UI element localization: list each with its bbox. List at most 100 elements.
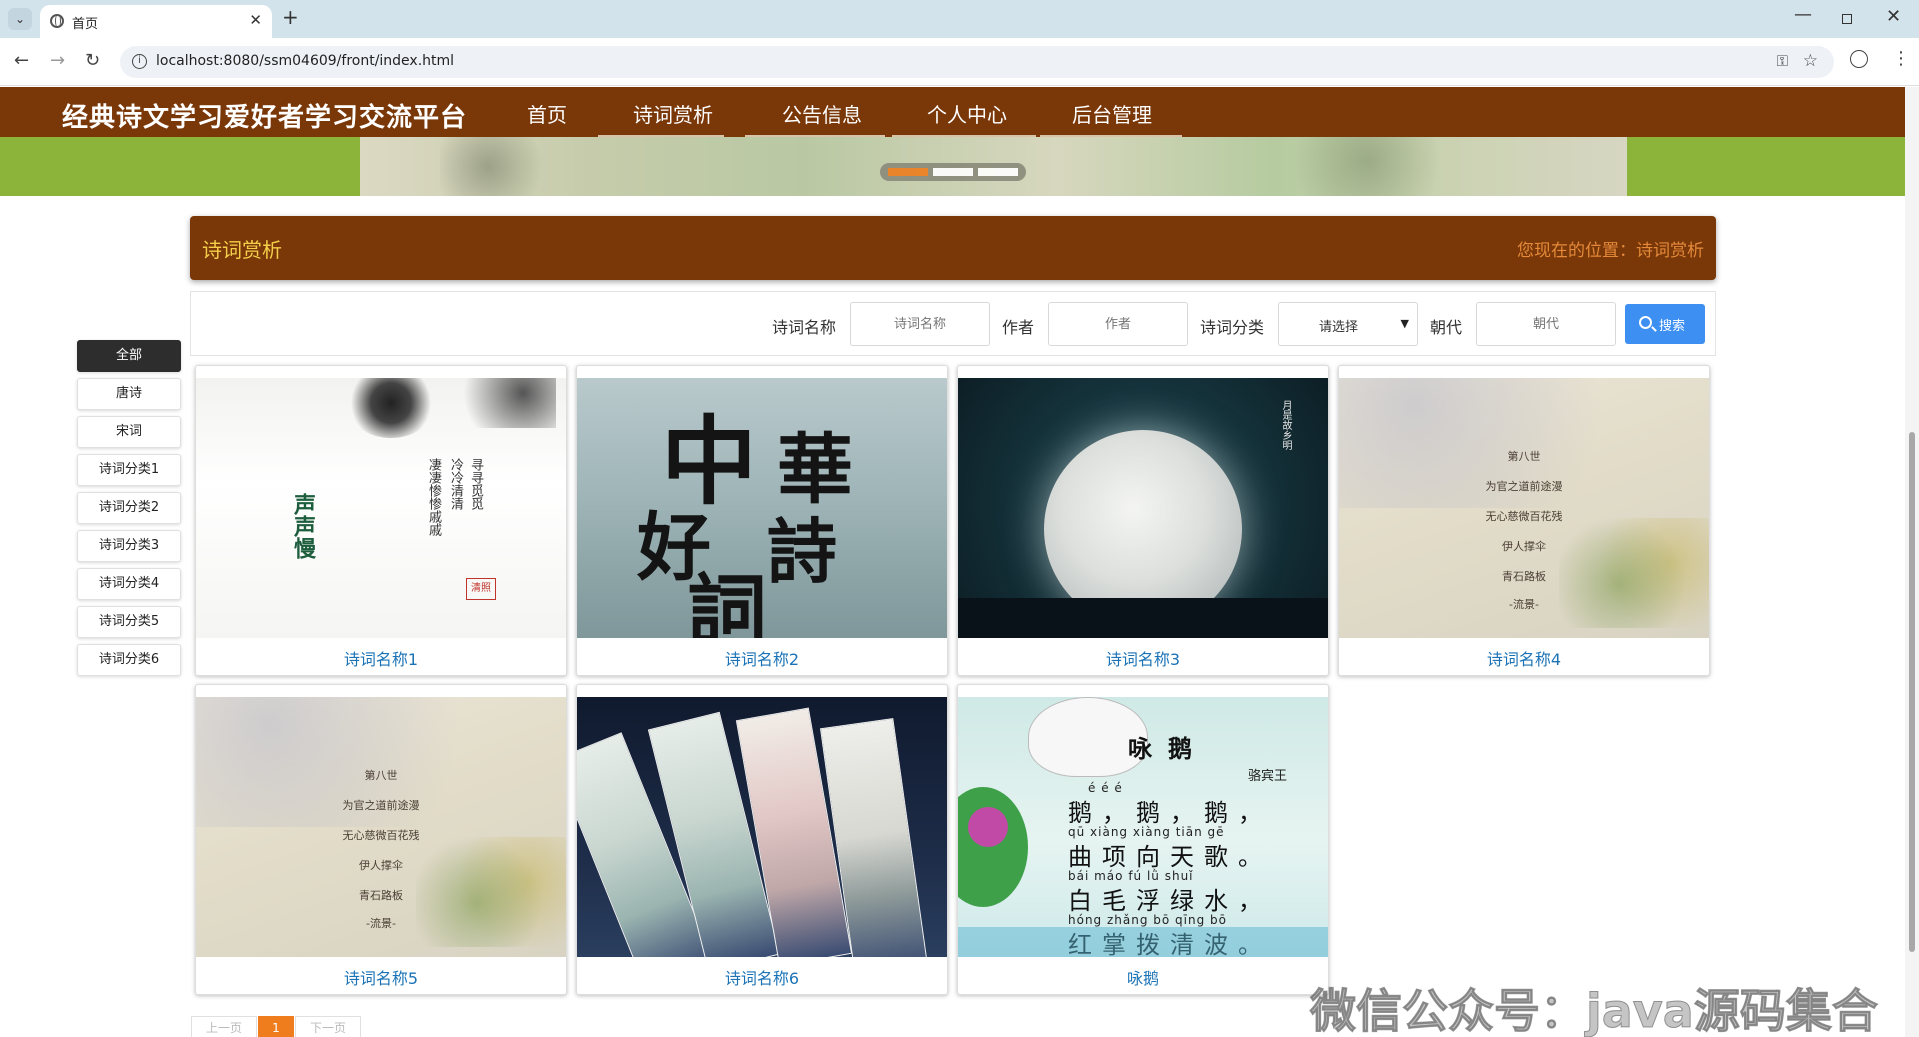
poem-name-label: 诗词名称 — [772, 318, 837, 337]
minimize-icon[interactable]: — — [1794, 4, 1812, 25]
bookmark-star-icon[interactable]: ☆ — [1803, 51, 1818, 71]
nav-admin[interactable]: 后台管理 — [1072, 99, 1152, 128]
poem-card[interactable]: 声声慢 寻寻觅觅 冷冷清清 凄凄惨惨戚戚 清照 诗词名称1 — [195, 365, 567, 676]
search-form: 诗词名称 作者 诗词分类 请选择 ▼ 朝代 搜索 — [190, 291, 1716, 356]
ink-splash — [346, 378, 436, 438]
poem-image[interactable]: 月是故乡明 — [958, 378, 1328, 638]
calligraphy-char: 詞 — [687, 566, 767, 638]
reload-icon[interactable]: ↻ — [85, 50, 100, 71]
chevron-down-icon: ▼ — [1400, 317, 1409, 330]
poem-card[interactable]: 中 華 好 詩 詞 诗词名称2 — [576, 365, 948, 676]
poem-name[interactable]: 诗词名称1 — [196, 646, 566, 670]
section-title: 诗词赏析 — [202, 238, 282, 262]
poem-card[interactable]: 第八世 为官之道前途漫 无心慈微百花残 伊人撑伞 青石路板 -流景- 诗词名称5 — [195, 684, 567, 995]
nav-announcements[interactable]: 公告信息 — [782, 99, 862, 128]
url-field[interactable]: i localhost:8080/ssm04609/front/index.ht… — [120, 46, 1834, 78]
tab-menu-icon[interactable]: ⌄ — [8, 8, 32, 30]
poem-name[interactable]: 诗词名称3 — [958, 646, 1328, 670]
site-info-icon[interactable]: i — [132, 54, 147, 69]
poem-name[interactable]: 咏鹅 — [958, 965, 1328, 989]
prev-page-button[interactable]: 上一页 — [191, 1016, 257, 1037]
poem-art-text: 第八世 — [364, 769, 398, 782]
poem-card[interactable]: 诗词名称6 — [576, 684, 948, 995]
carousel-dot-2[interactable] — [933, 168, 973, 176]
search-button[interactable]: 搜索 — [1625, 304, 1705, 344]
calligraphy-char: 詩 — [767, 511, 837, 593]
url-text[interactable]: localhost:8080/ssm04609/front/index.html — [156, 53, 454, 69]
browser-address-bar: ← → ↻ i localhost:8080/ssm04609/front/in… — [0, 38, 1919, 86]
password-key-icon[interactable]: ⚿ — [1777, 52, 1788, 70]
carousel-dot-1[interactable] — [888, 168, 928, 176]
tab-close-icon[interactable]: ✕ — [249, 11, 262, 29]
nav-personal-center[interactable]: 个人中心 — [927, 99, 1007, 128]
back-icon[interactable]: ← — [14, 50, 29, 71]
next-page-button[interactable]: 下一页 — [295, 1016, 361, 1037]
category-4[interactable]: 诗词分类4 — [77, 568, 181, 600]
category-label: 诗词分类 — [1200, 318, 1265, 337]
breadcrumb: 您现在的位置：诗词赏析 — [1517, 241, 1704, 261]
category-3[interactable]: 诗词分类3 — [77, 530, 181, 562]
poem-name[interactable]: 诗词名称5 — [196, 965, 566, 989]
poem-card[interactable]: 咏鹅 骆宾王 é é é 鹅，鹅，鹅， qū xiàng xiàng tiān … — [957, 684, 1329, 995]
menu-kebab-icon[interactable]: ⋮ — [1892, 48, 1910, 69]
forward-icon[interactable]: → — [50, 50, 65, 71]
page-root: ⌄ 首页 ✕ + — ✕ ← → ↻ i localhost:8080/ssm0… — [0, 0, 1919, 1037]
globe-icon — [50, 14, 64, 28]
poem-art-author: 骆宾王 — [1248, 769, 1288, 784]
poem-art-text: 月是故乡明 — [1280, 400, 1291, 450]
category-select[interactable]: 请选择 ▼ — [1278, 302, 1418, 346]
poem-image[interactable]: 第八世 为官之道前途漫 无心慈微百花残 伊人撑伞 青石路板 -流景- — [1339, 378, 1709, 638]
maximize-icon[interactable] — [1842, 14, 1852, 24]
poem-name[interactable]: 诗词名称6 — [577, 965, 947, 989]
ink-splash — [446, 378, 556, 428]
poem-image[interactable] — [577, 697, 947, 957]
poem-line: 白毛浮绿水， — [1068, 887, 1272, 915]
poem-name[interactable]: 诗词名称4 — [1339, 646, 1709, 670]
poem-image[interactable]: 咏鹅 骆宾王 é é é 鹅，鹅，鹅， qū xiàng xiàng tiān … — [958, 697, 1328, 957]
poem-card[interactable]: 月是故乡明 诗词名称3 — [957, 365, 1329, 676]
browser-tab-bar: ⌄ 首页 ✕ + — ✕ — [0, 0, 1919, 38]
category-6[interactable]: 诗词分类6 — [77, 644, 181, 676]
poem-line: 鹅，鹅，鹅， — [1068, 799, 1272, 827]
search-button-label: 搜索 — [1659, 319, 1686, 334]
water — [958, 927, 1328, 957]
browser-tab[interactable]: 首页 ✕ — [40, 5, 272, 38]
poem-line: 曲项向天歌。 — [1068, 843, 1272, 871]
category-1[interactable]: 诗词分类1 — [77, 454, 181, 486]
carousel-indicators — [880, 163, 1026, 181]
category-tang-poems[interactable]: 唐诗 — [77, 378, 181, 410]
search-icon — [1639, 316, 1652, 329]
poem-name-input[interactable] — [850, 302, 990, 346]
poem-art-text: 第八世 — [1507, 450, 1541, 463]
category-select-value: 请选择 — [1319, 320, 1359, 335]
dynasty-label: 朝代 — [1430, 318, 1463, 337]
tab-title: 首页 — [72, 17, 99, 32]
category-5[interactable]: 诗词分类5 — [77, 606, 181, 638]
carousel-dot-3[interactable] — [978, 168, 1018, 176]
poem-art-text: 寻寻觅觅 — [468, 458, 483, 510]
author-input[interactable] — [1048, 302, 1188, 346]
dynasty-input[interactable] — [1476, 302, 1616, 346]
category-all[interactable]: 全部 — [77, 340, 181, 372]
poem-image[interactable]: 中 華 好 詩 詞 — [577, 378, 947, 638]
page-1-button[interactable]: 1 — [258, 1016, 294, 1037]
poem-art-text: 凄凄惨惨戚戚 — [426, 458, 441, 536]
poem-image[interactable]: 第八世 为官之道前途漫 无心慈微百花残 伊人撑伞 青石路板 -流景- — [196, 697, 566, 957]
poem-art-text: 冷冷清清 — [448, 458, 463, 510]
profile-icon[interactable] — [1850, 50, 1868, 68]
category-song-ci[interactable]: 宋词 — [77, 416, 181, 448]
poem-name[interactable]: 诗词名称2 — [577, 646, 947, 670]
poem-art-title: 咏鹅 — [1128, 735, 1208, 763]
poem-art-text: 为官之道前途漫 — [342, 799, 420, 812]
poem-image[interactable]: 声声慢 寻寻觅觅 冷冷清清 凄凄惨惨戚戚 清照 — [196, 378, 566, 638]
nav-poetry-appreciation[interactable]: 诗词赏析 — [633, 99, 713, 128]
scrollbar-thumb[interactable] — [1909, 432, 1915, 952]
window-close-icon[interactable]: ✕ — [1886, 6, 1901, 27]
new-tab-icon[interactable]: + — [282, 5, 299, 29]
lotus-flower — [968, 807, 1008, 847]
flowers — [1559, 518, 1709, 628]
section-title-bar: 诗词赏析 您现在的位置：诗词赏析 — [190, 216, 1716, 280]
category-2[interactable]: 诗词分类2 — [77, 492, 181, 524]
poem-card[interactable]: 第八世 为官之道前途漫 无心慈微百花残 伊人撑伞 青石路板 -流景- 诗词名称4 — [1338, 365, 1710, 676]
nav-home[interactable]: 首页 — [527, 99, 567, 128]
